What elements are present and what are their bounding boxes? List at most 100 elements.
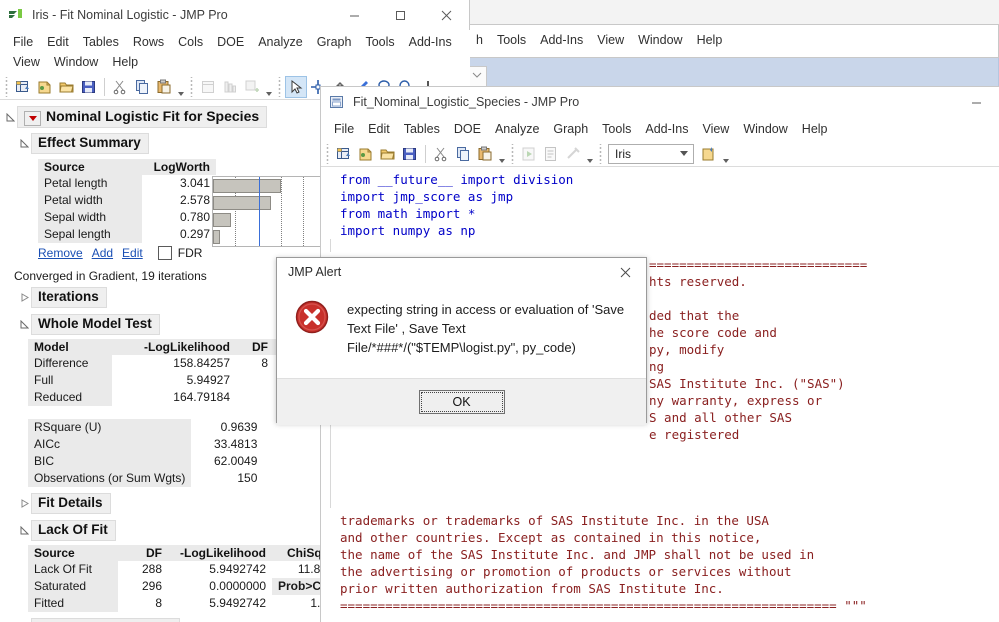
minimize-button[interactable] xyxy=(331,0,377,30)
red-triangle-menu-icon[interactable] xyxy=(24,111,41,126)
script-toolbar-grip-1[interactable] xyxy=(325,144,331,164)
menu-tables[interactable]: Tables xyxy=(76,32,126,52)
script-new-script-icon[interactable] xyxy=(355,143,377,165)
script-menu-tables[interactable]: Tables xyxy=(397,119,447,139)
disclosure-closed-icon-iterations[interactable] xyxy=(18,293,31,302)
script-menu-doe[interactable]: DOE xyxy=(447,119,488,139)
script-toolbar-overflow-2[interactable] xyxy=(584,143,596,165)
menu-file[interactable]: File xyxy=(6,32,40,52)
copy-icon[interactable] xyxy=(131,76,153,98)
edit-link[interactable]: Edit xyxy=(122,246,143,260)
menu-window[interactable]: Window xyxy=(47,52,105,72)
table-row[interactable]: Saturated 296 0.0000000 Prob>ChiSq xyxy=(28,578,353,595)
open-icon[interactable] xyxy=(56,76,78,98)
menu-graph[interactable]: Graph xyxy=(310,32,359,52)
chevron-down-icon[interactable] xyxy=(675,151,693,156)
column-viewer-icon[interactable] xyxy=(219,76,241,98)
format-icon[interactable] xyxy=(562,143,584,165)
script-menu-tools[interactable]: Tools xyxy=(595,119,638,139)
bg-menu-h[interactable]: h xyxy=(469,30,490,50)
fdr-checkbox[interactable] xyxy=(158,246,172,260)
script-minimize-button[interactable] xyxy=(953,87,999,117)
menu-addins[interactable]: Add-Ins xyxy=(402,32,459,52)
bg-menu-tools[interactable]: Tools xyxy=(490,30,533,50)
script-menu-window[interactable]: Window xyxy=(736,119,794,139)
script-menu-view[interactable]: View xyxy=(695,119,736,139)
menu-help[interactable]: Help xyxy=(105,52,145,72)
menu-view[interactable]: View xyxy=(6,52,47,72)
script-toolbar-grip-2[interactable] xyxy=(510,144,516,164)
table-row[interactable]: Petal width 2.578 xyxy=(38,192,216,209)
disclosure-open-icon-effect-summary[interactable] xyxy=(18,139,31,148)
alert-close-button[interactable] xyxy=(604,258,646,286)
menu-analyze[interactable]: Analyze xyxy=(251,32,309,52)
source-table-icon[interactable] xyxy=(698,143,720,165)
bg-menu-help[interactable]: Help xyxy=(690,30,730,50)
script-new-data-table-icon[interactable] xyxy=(333,143,355,165)
save-icon[interactable] xyxy=(78,76,100,98)
menu-cols[interactable]: Cols xyxy=(171,32,210,52)
table-row[interactable]: AICc 33.4813 xyxy=(28,436,263,453)
subset-icon[interactable] xyxy=(241,76,263,98)
script-cut-icon[interactable] xyxy=(430,143,452,165)
table-row[interactable]: RSquare (U) 0.9639 xyxy=(28,419,263,436)
table-row[interactable]: Sepal length 0.297 xyxy=(38,226,216,243)
toolbar-overflow-1[interactable] xyxy=(175,76,187,98)
bg-menu-view[interactable]: View xyxy=(590,30,631,50)
toolbar-overflow-2[interactable] xyxy=(263,76,275,98)
wmt-col-loglikelihood[interactable]: -LogLikelihood xyxy=(112,339,236,355)
cut-icon[interactable] xyxy=(109,76,131,98)
toolbar-grip-2[interactable] xyxy=(189,77,195,97)
maximize-button[interactable] xyxy=(377,0,423,30)
nested-chevron-icon-2[interactable] xyxy=(472,70,482,80)
new-data-table-icon[interactable] xyxy=(12,76,34,98)
disclosure-open-icon-root[interactable] xyxy=(4,113,17,122)
bg-menu-window[interactable]: Window xyxy=(631,30,689,50)
wmt-col-df[interactable]: DF xyxy=(236,339,274,355)
run-script-icon[interactable] xyxy=(518,143,540,165)
lof-col-df[interactable]: DF xyxy=(118,545,168,561)
script-toolbar-overflow-1[interactable] xyxy=(496,143,508,165)
script-menu-file[interactable]: File xyxy=(327,119,361,139)
wmt-col-model[interactable]: Model xyxy=(28,339,112,355)
ok-button[interactable]: OK xyxy=(419,390,505,414)
script-menu-analyze[interactable]: Analyze xyxy=(488,119,546,139)
script-toolbar-overflow-3[interactable] xyxy=(720,143,732,165)
bg-menu-addins[interactable]: Add-Ins xyxy=(533,30,590,50)
new-report-icon[interactable] xyxy=(197,76,219,98)
lof-col-loglikelihood[interactable]: -LogLikelihood xyxy=(168,545,272,561)
toolbar-grip-1[interactable] xyxy=(4,77,10,97)
table-row[interactable]: Observations (or Sum Wgts) 150 xyxy=(28,470,263,487)
menu-rows[interactable]: Rows xyxy=(126,32,171,52)
remove-link[interactable]: Remove xyxy=(38,246,83,260)
table-row[interactable]: Petal length 3.041 xyxy=(38,175,216,192)
script-save-icon[interactable] xyxy=(399,143,421,165)
script-menu-edit[interactable]: Edit xyxy=(361,119,397,139)
close-button[interactable] xyxy=(423,0,469,30)
menu-doe[interactable]: DOE xyxy=(210,32,251,52)
menu-tools[interactable]: Tools xyxy=(358,32,401,52)
arrow-tool-icon[interactable] xyxy=(285,76,307,98)
script-toolbar-grip-3[interactable] xyxy=(598,144,604,164)
disclosure-open-icon-lack-of-fit[interactable] xyxy=(18,526,31,535)
table-row[interactable]: Sepal width 0.780 xyxy=(38,209,216,226)
debug-script-icon[interactable] xyxy=(540,143,562,165)
paste-icon[interactable] xyxy=(153,76,175,98)
effect-summary-col-source[interactable]: Source xyxy=(38,159,142,175)
script-copy-icon[interactable] xyxy=(452,143,474,165)
data-table-select[interactable]: Iris xyxy=(608,144,694,164)
disclosure-closed-icon-fit-details[interactable] xyxy=(18,499,31,508)
script-menu-addins[interactable]: Add-Ins xyxy=(638,119,695,139)
menu-edit[interactable]: Edit xyxy=(40,32,76,52)
new-script-icon[interactable] xyxy=(34,76,56,98)
toolbar-grip-3[interactable] xyxy=(277,77,283,97)
lof-col-source[interactable]: Source xyxy=(28,545,118,561)
script-open-icon[interactable] xyxy=(377,143,399,165)
effect-summary-col-logworth[interactable]: LogWorth xyxy=(142,159,216,175)
script-paste-icon[interactable] xyxy=(474,143,496,165)
script-menu-graph[interactable]: Graph xyxy=(546,119,595,139)
add-link[interactable]: Add xyxy=(92,246,113,260)
table-row[interactable]: Lack Of Fit 288 5.9492742 11.89855 xyxy=(28,561,353,578)
table-row[interactable]: Fitted 8 5.9492742 1.0000 xyxy=(28,595,353,612)
table-row[interactable]: BIC 62.0049 xyxy=(28,453,263,470)
